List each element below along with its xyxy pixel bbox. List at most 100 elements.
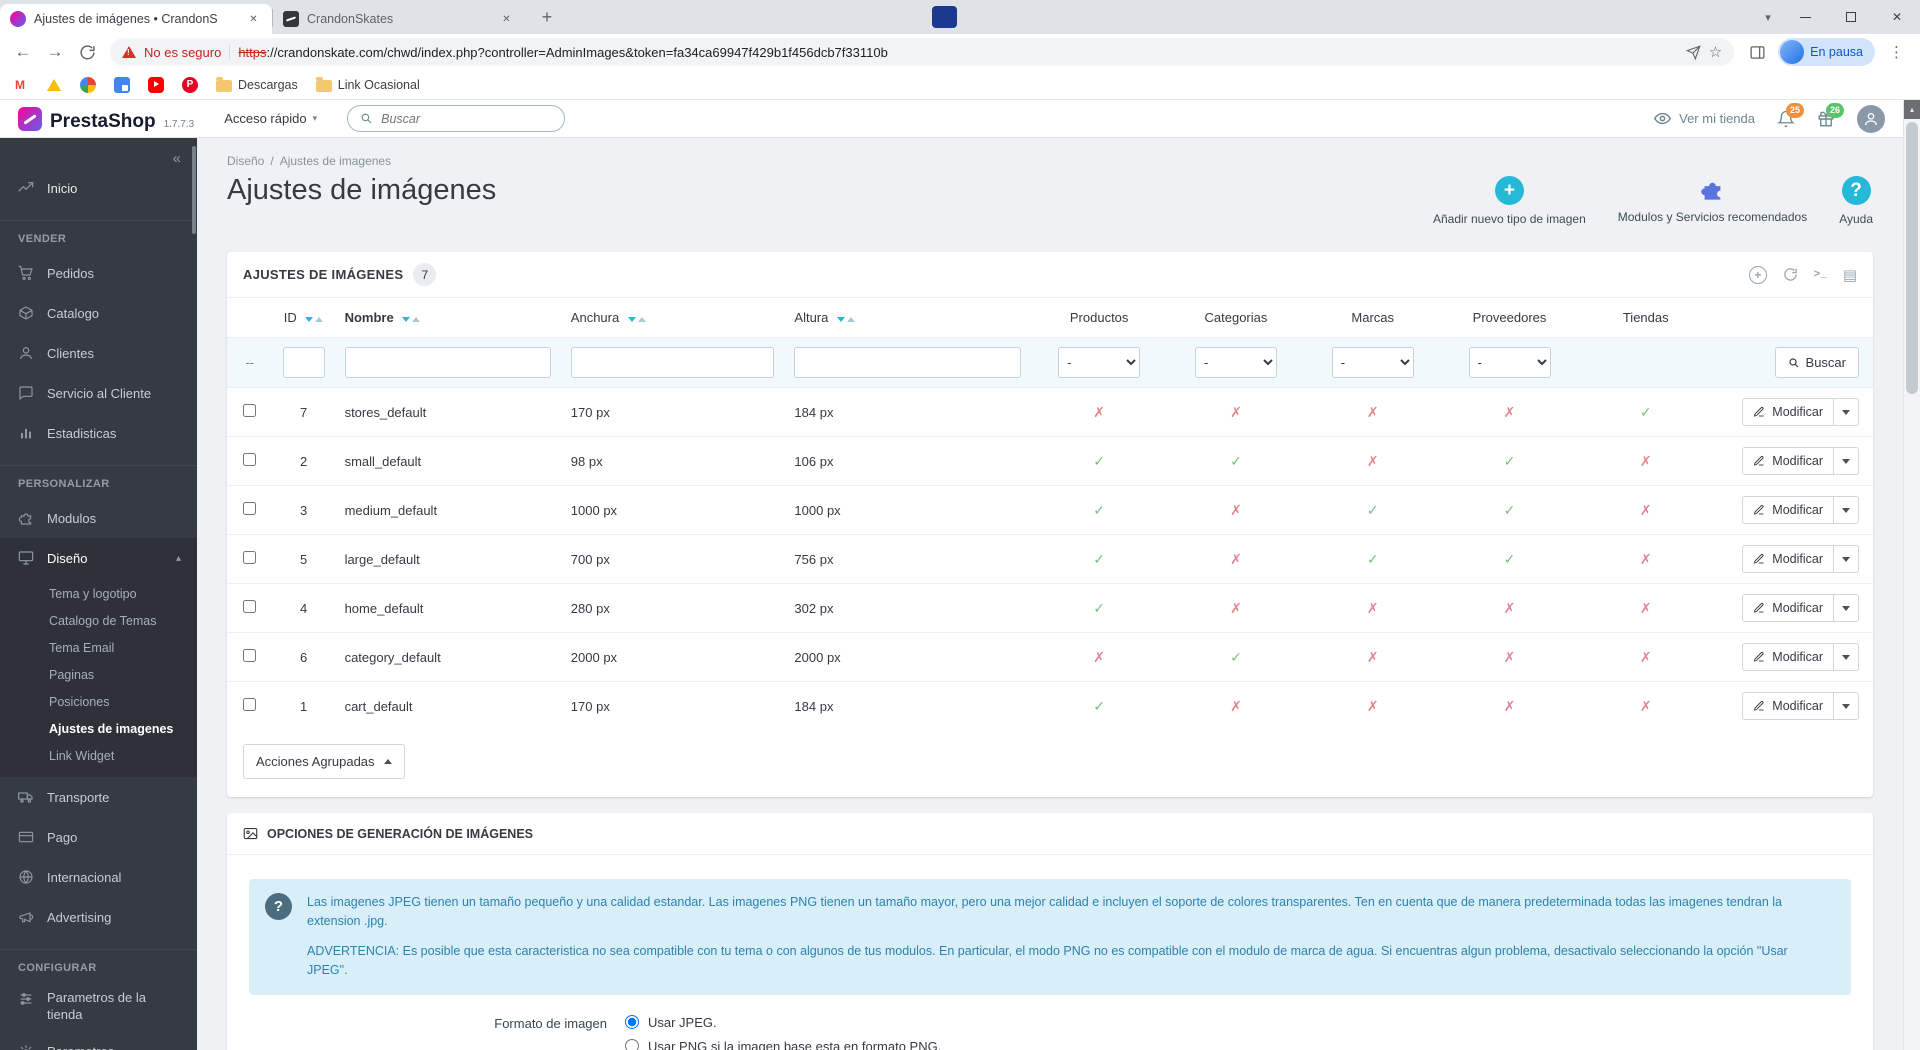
sidebar-item-pago[interactable]: Pago (0, 817, 197, 857)
admin-search-input[interactable] (381, 111, 553, 126)
submenu-item-catalogo-de-temas[interactable]: Catalogo de Temas (0, 607, 197, 634)
not-secure-label[interactable]: No es seguro (144, 45, 221, 60)
admin-search[interactable] (347, 105, 566, 132)
minimize-button[interactable] (1782, 0, 1828, 34)
sidebar-scrollbar-thumb[interactable] (192, 146, 196, 234)
sidebar-item-parametros-de-la-tienda[interactable]: Parametros de la tienda (0, 982, 197, 1032)
filter-select-productos[interactable]: - (1058, 347, 1141, 378)
filter-select-categorias[interactable]: - (1194, 347, 1277, 378)
profile-chip[interactable]: En pausa (1778, 38, 1875, 66)
tabstrip-extension-chip[interactable] (932, 6, 957, 28)
bookmark-folder-descargas[interactable]: Descargas (216, 76, 298, 92)
new-tab-button[interactable]: + (533, 3, 561, 31)
modify-button[interactable]: Modificar (1743, 399, 1833, 425)
sidebar-item-servicio-al-cliente[interactable]: Servicio al Cliente (0, 373, 197, 413)
back-button[interactable]: ← (8, 37, 38, 67)
close-window-button[interactable]: ✕ (1874, 0, 1920, 34)
row-checkbox[interactable] (243, 404, 257, 417)
quick-access-dropdown[interactable]: Acceso rápido ▾ (224, 111, 317, 126)
sort-icons[interactable] (305, 317, 324, 322)
filter-id-input[interactable] (282, 347, 325, 378)
url-text[interactable]: https://crandonskate.com/chwd/index.php?… (238, 45, 1677, 60)
notifications-button[interactable]: 25 (1777, 102, 1804, 128)
panel-refresh-button[interactable] (1783, 267, 1798, 282)
column-header-nombre[interactable]: Nombre (335, 298, 561, 338)
filter-name-input[interactable] (344, 347, 551, 378)
sidebar-item-parametros[interactable]: Parametros (0, 1032, 197, 1050)
side-panel-button[interactable] (1742, 37, 1772, 67)
modify-dropdown-caret[interactable] (1833, 693, 1858, 719)
sidebar-item-inicio[interactable]: Inicio (0, 168, 197, 208)
row-checkbox[interactable] (243, 698, 257, 711)
pinterest-icon[interactable]: P (182, 76, 198, 93)
tab-close-icon[interactable]: ✕ (245, 11, 262, 28)
browser-menu-button[interactable]: ⋮ (1881, 43, 1912, 61)
tab-close-icon[interactable]: ✕ (498, 11, 515, 28)
reload-button[interactable] (72, 37, 102, 67)
column-header-anchura[interactable]: Anchura (561, 298, 785, 338)
submenu-item-ajustes-de-imagenes[interactable]: Ajustes de imagenes (0, 715, 197, 742)
gmail-icon[interactable]: M (12, 77, 28, 93)
maximize-button[interactable] (1828, 0, 1874, 34)
modify-button[interactable]: Modificar (1743, 693, 1833, 719)
panel-add-button[interactable]: + (1748, 265, 1767, 284)
modify-dropdown-caret[interactable] (1833, 497, 1858, 523)
modify-dropdown-caret[interactable] (1833, 399, 1858, 425)
filter-select-marcas[interactable]: - (1331, 347, 1414, 378)
row-checkbox[interactable] (243, 551, 257, 564)
row-checkbox[interactable] (243, 502, 257, 515)
modify-button[interactable]: Modificar (1743, 546, 1833, 572)
filter-height-input[interactable] (794, 347, 1021, 378)
row-checkbox[interactable] (243, 453, 257, 466)
user-avatar[interactable] (1857, 104, 1885, 133)
modify-dropdown-caret[interactable] (1833, 644, 1858, 670)
view-shop-link[interactable]: Ver mi tienda (1654, 110, 1755, 127)
filter-search-button[interactable]: Buscar (1774, 347, 1859, 378)
submenu-item-posiciones[interactable]: Posiciones (0, 688, 197, 715)
scrollbar-thumb[interactable] (1906, 122, 1918, 394)
browser-tab-inactive[interactable]: CrandonSkates ✕ (273, 4, 525, 34)
modify-button[interactable]: Modificar (1743, 448, 1833, 474)
drive-icon[interactable] (46, 77, 62, 93)
sidebar-item-internacional[interactable]: Internacional (0, 857, 197, 897)
help-button[interactable]: ? Ayuda (1839, 176, 1873, 226)
translate-icon[interactable] (114, 76, 130, 93)
modify-button[interactable]: Modificar (1743, 644, 1833, 670)
bulk-actions-button[interactable]: Acciones Agrupadas (243, 744, 405, 779)
scrollbar-up-arrow[interactable]: ▴ (1904, 100, 1920, 119)
sidebar-item-clientes[interactable]: Clientes (0, 333, 197, 373)
submenu-item-paginas[interactable]: Paginas (0, 661, 197, 688)
modify-button[interactable]: Modificar (1743, 595, 1833, 621)
sort-icons[interactable] (402, 317, 421, 322)
bookmark-star-icon[interactable]: ☆ (1709, 43, 1722, 61)
radio-input[interactable] (625, 1015, 639, 1029)
tab-search-chevron-icon[interactable]: ▾ (1754, 11, 1782, 24)
add-image-type-button[interactable]: + Añadir nuevo tipo de imagen (1433, 176, 1586, 226)
sidebar-item-advertising[interactable]: Advertising (0, 897, 197, 937)
filter-select-proveedores[interactable]: - (1468, 347, 1551, 378)
recommended-modules-button[interactable]: Modulos y Servicios recomendados (1618, 176, 1807, 226)
filter-width-input[interactable] (570, 347, 775, 378)
address-bar[interactable]: ! No es seguro https://crandonskate.com/… (110, 38, 1735, 66)
sidebar-item-catalogo[interactable]: Catalogo (0, 293, 197, 333)
prestashop-logo[interactable]: PrestaShop 1.7.7.3 (18, 106, 194, 131)
sidebar-collapse-button[interactable]: « (173, 150, 181, 167)
submenu-item-tema-y-logotipo[interactable]: Tema y logotipo (0, 580, 197, 607)
sort-icons[interactable] (627, 317, 646, 322)
sidebar-item-estadisticas[interactable]: Estadisticas (0, 413, 197, 453)
modify-button[interactable]: Modificar (1743, 497, 1833, 523)
forward-button[interactable]: → (40, 37, 70, 67)
modify-dropdown-caret[interactable] (1833, 546, 1858, 572)
row-checkbox[interactable] (243, 600, 257, 613)
modify-dropdown-caret[interactable] (1833, 595, 1858, 621)
bookmark-folder-link-ocasional[interactable]: Link Ocasional (315, 76, 420, 92)
radio-input[interactable] (625, 1039, 639, 1050)
column-header-id[interactable]: ID (273, 298, 335, 338)
youtube-icon[interactable] (148, 76, 164, 93)
radio-use-jpeg[interactable]: Usar JPEG. (625, 1015, 941, 1030)
browser-tab-active[interactable]: Ajustes de imágenes • CrandonS ✕ (0, 4, 272, 34)
submenu-item-tema-email[interactable]: Tema Email (0, 634, 197, 661)
submenu-item-link-widget[interactable]: Link Widget (0, 742, 197, 769)
window-scrollbar[interactable]: ▴ (1903, 100, 1920, 1050)
column-header-altura[interactable]: Altura (784, 298, 1030, 338)
